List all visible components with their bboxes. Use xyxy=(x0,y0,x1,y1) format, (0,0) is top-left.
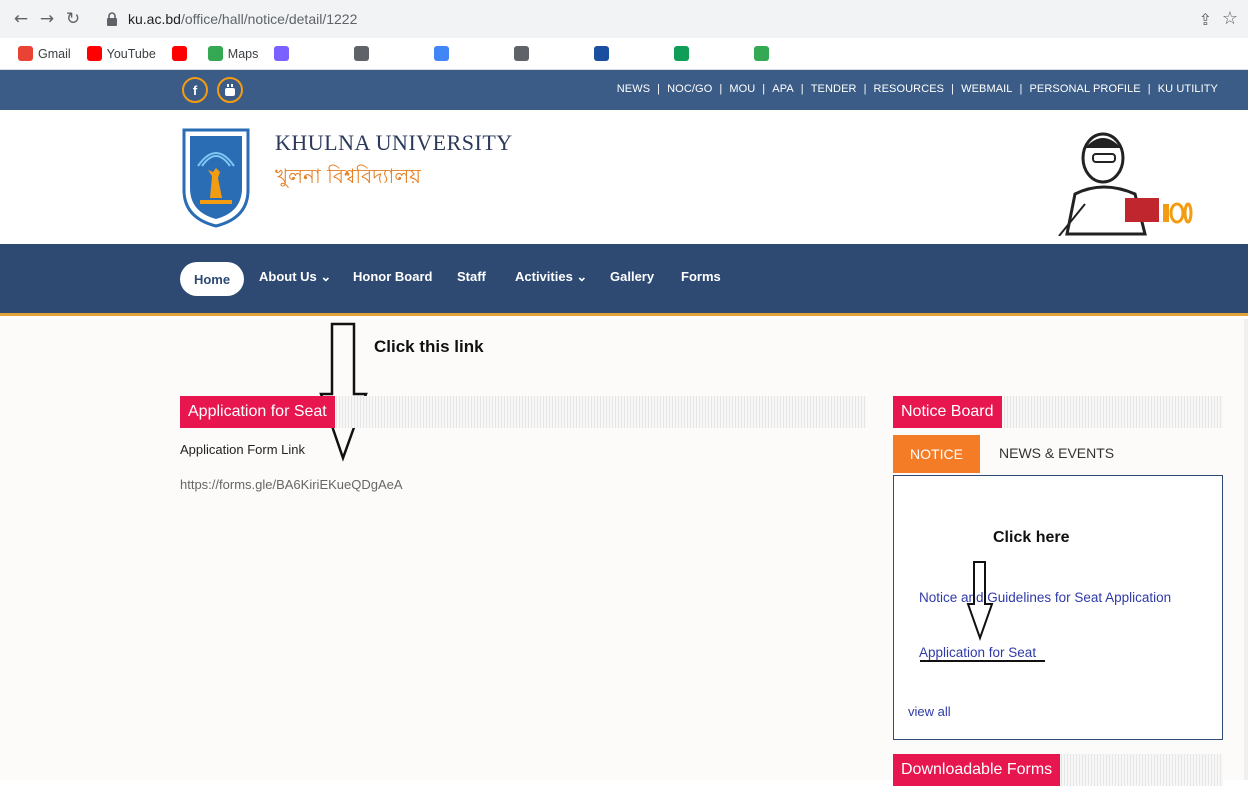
separator: | xyxy=(863,83,867,95)
downloadable-forms-title: Downloadable Forms xyxy=(893,754,1061,786)
bookmark-item[interactable]: Maps xyxy=(207,46,259,61)
separator: | xyxy=(800,83,804,95)
bookmark-favicon-icon xyxy=(754,46,770,61)
notice-tabs: NOTICE NEWS & EVENTS xyxy=(893,435,1223,473)
bookmark-favicon-icon xyxy=(434,46,450,61)
bookmark-item[interactable] xyxy=(514,46,534,61)
top-link-item[interactable]: TENDER xyxy=(811,83,857,95)
bookmark-item[interactable]: YouTube xyxy=(86,46,156,61)
bookmark-label: Gmail xyxy=(38,46,71,61)
notice-board-title: Notice Board xyxy=(893,396,1002,428)
separator: | xyxy=(951,83,955,95)
bookmark-item[interactable] xyxy=(354,46,374,61)
notice-item-application[interactable]: Application for Seat xyxy=(919,645,1036,660)
url-path: /office/hall/notice/detail/1222 xyxy=(180,11,358,27)
bookmark-item[interactable] xyxy=(274,46,294,61)
bookmark-item[interactable] xyxy=(594,46,614,61)
notice-item-guidelines[interactable]: Notice and Guidelines for Seat Applicati… xyxy=(919,590,1171,605)
top-links: NEWS | NOC/GO | MOU | APA | TENDER | RESOURCES | WEB… xyxy=(617,83,1218,95)
separator: | xyxy=(762,83,766,95)
bookmark-favicon-icon xyxy=(514,46,530,61)
top-link-item[interactable]: APA xyxy=(772,83,794,95)
top-link-item[interactable]: NEWS xyxy=(617,83,650,95)
top-link-item[interactable]: RESOURCES xyxy=(874,83,945,95)
back-arrow-icon[interactable]: ← xyxy=(8,9,34,29)
site-topbar: f NEWS | NOC/GO | MOU | APA | TENDER | RESOURCES | W… xyxy=(0,70,1248,110)
nav-staff[interactable]: Staff xyxy=(457,269,486,284)
nav-honor-board[interactable]: Honor Board xyxy=(353,269,432,284)
nav-home[interactable]: Home xyxy=(180,262,244,296)
annotation-small-down-arrow-icon xyxy=(966,561,994,642)
lock-icon xyxy=(107,12,117,26)
separator: | xyxy=(657,83,661,95)
youtube-glyph-icon xyxy=(225,84,235,96)
view-all-link[interactable]: view all xyxy=(908,704,951,719)
bookmark-favicon-icon xyxy=(354,46,370,61)
bookmark-favicon-icon xyxy=(86,46,102,61)
nav-forms[interactable]: Forms xyxy=(681,269,721,284)
top-link-item[interactable]: KU UTILITY xyxy=(1158,83,1218,95)
separator: | xyxy=(1147,83,1151,95)
bookmark-item[interactable] xyxy=(754,46,774,61)
top-link-item[interactable]: WEBMAIL xyxy=(961,83,1012,95)
form-url-link[interactable]: https://forms.gle/BA6KiriEKueQDgAeA xyxy=(180,477,403,492)
annotation-click-here: Click here xyxy=(993,529,1070,546)
nav-about-us[interactable]: About Us ⌄ xyxy=(259,269,331,285)
bookmark-favicon-icon xyxy=(274,46,290,61)
nav-activities[interactable]: Activities ⌄ xyxy=(515,269,587,285)
top-link-item[interactable]: NOC/GO xyxy=(667,83,712,95)
reload-icon[interactable]: ↻ xyxy=(60,9,86,29)
facebook-icon[interactable]: f xyxy=(182,77,208,103)
bookmark-label: YouTube xyxy=(106,46,156,61)
bookmarks-bar: Gmail YouTube Maps xyxy=(0,38,1248,70)
nav-gallery[interactable]: Gallery xyxy=(610,269,654,284)
bookmark-item[interactable] xyxy=(171,46,192,61)
separator: | xyxy=(1019,83,1023,95)
section-title: Application for Seat xyxy=(180,396,335,428)
page-scrollbar[interactable] xyxy=(1244,319,1248,780)
share-icon[interactable]: ⇪ xyxy=(1199,10,1212,29)
site-header: KHULNA UNIVERSITY খুলনা বিশ্ববিদ্যালয় xyxy=(0,110,1248,244)
main-nav: Home About Us ⌄ Honor Board Staff Activi… xyxy=(0,244,1248,316)
top-link-item[interactable]: PERSONAL PROFILE xyxy=(1030,83,1141,95)
url-text: ku.ac.bd/office/hall/notice/detail/1222 xyxy=(128,11,357,27)
bookmark-favicon-icon xyxy=(171,46,187,61)
url-domain: ku.ac.bd xyxy=(128,11,181,27)
form-label: Application Form Link xyxy=(180,442,305,457)
address-bar[interactable]: ku.ac.bd/office/hall/notice/detail/1222 xyxy=(104,5,1200,33)
youtube-icon[interactable] xyxy=(217,77,243,103)
university-name-bn: খুলনা বিশ্ববিদ্যালয় xyxy=(275,164,422,188)
forward-arrow-icon[interactable]: → xyxy=(34,9,60,29)
tab-notice[interactable]: NOTICE xyxy=(893,435,980,473)
bookmark-favicon-icon xyxy=(594,46,610,61)
bookmark-favicon-icon xyxy=(674,46,690,61)
bookmark-item[interactable] xyxy=(434,46,454,61)
bookmark-star-icon[interactable]: ☆ xyxy=(1222,8,1238,29)
tab-news-events[interactable]: NEWS & EVENTS xyxy=(999,445,1114,461)
bookmark-item[interactable] xyxy=(674,46,694,61)
annotation-underline xyxy=(920,660,1045,662)
notice-list-box: Notice and Guidelines for Seat Applicati… xyxy=(893,475,1223,740)
browser-toolbar: ← → ↻ ku.ac.bd/office/hall/notice/detail… xyxy=(0,0,1248,38)
bookmark-label: Maps xyxy=(227,46,259,61)
bookmark-favicon-icon xyxy=(207,46,223,61)
university-name-en: KHULNA UNIVERSITY xyxy=(275,130,513,155)
annotation-down-arrow-icon xyxy=(319,322,368,462)
separator: | xyxy=(719,83,723,95)
university-logo[interactable] xyxy=(180,126,252,230)
bookmark-favicon-icon xyxy=(18,46,33,61)
top-link-item[interactable]: MOU xyxy=(729,83,755,95)
bookmark-item[interactable]: Gmail xyxy=(18,46,71,61)
mujib-100-logo xyxy=(1058,132,1193,236)
annotation-click-this-link: Click this link xyxy=(374,337,484,356)
